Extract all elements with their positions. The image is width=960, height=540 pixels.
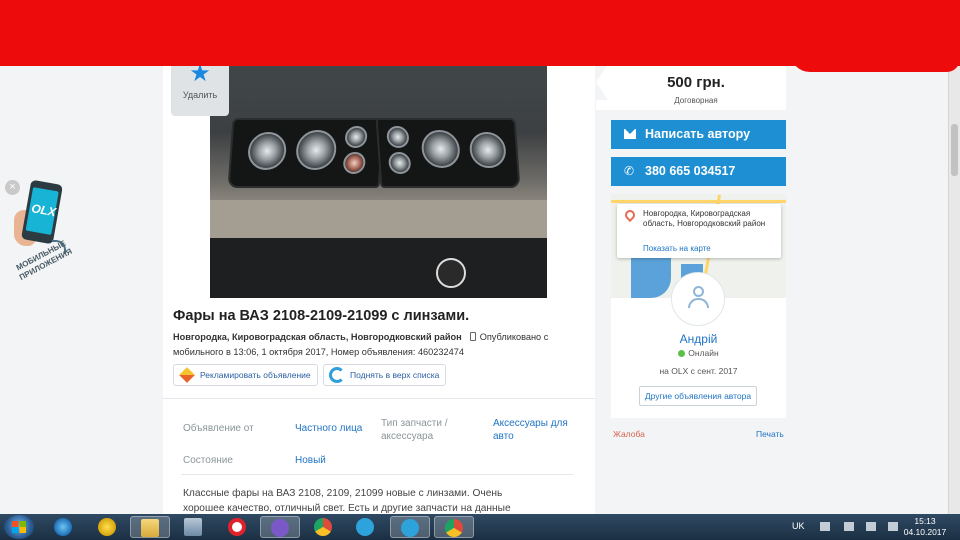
report-link[interactable]: Жалоба: [613, 429, 645, 439]
other-ads-button[interactable]: Другие объявления автора: [639, 386, 757, 406]
seller-since: на OLX с сент. 2017: [659, 366, 738, 376]
published-label: Опубликовано с: [479, 332, 549, 342]
close-icon[interactable]: ×: [5, 180, 20, 195]
viber-icon: [271, 519, 289, 537]
mobile-icon: [469, 332, 476, 341]
left-headlight: [227, 118, 385, 188]
telegram-icon: [401, 519, 419, 537]
red-overlay-band: [0, 0, 960, 72]
telegram-window-taskbar-button[interactable]: [390, 516, 430, 538]
ie-icon: [54, 518, 72, 536]
phone-number: 380 665 034517: [645, 164, 736, 178]
seller-name[interactable]: Андрій: [611, 332, 786, 346]
type-label: Тип запчасти / аксессуара: [381, 418, 448, 442]
message-author-label: Написать автору: [645, 127, 751, 141]
listing-meta: Новгородка, Кировоградская область, Новг…: [173, 330, 573, 360]
details-divider: [181, 474, 573, 475]
envelope-icon: [624, 129, 636, 139]
box-sticker: [436, 258, 466, 288]
listing-main: ★ Удалить Фары на ВАЗ 2108-2109-21099 с …: [163, 56, 595, 529]
listing-details: [163, 398, 595, 399]
location-pin-icon: [622, 207, 638, 223]
windows-logo-icon: [12, 521, 26, 533]
kite-icon: [179, 367, 195, 383]
scrollbar-thumb[interactable]: [951, 124, 958, 176]
from-label: Объявление от: [183, 423, 254, 434]
media-taskbar-button[interactable]: [174, 516, 214, 538]
network-icon[interactable]: [820, 522, 830, 531]
promote-label: Рекламировать объявление: [200, 370, 311, 380]
telegram-icon: [356, 518, 374, 536]
published-info: мобильного в 13:06, 1 октября 2017, Номе…: [173, 347, 464, 357]
avatar[interactable]: [671, 272, 725, 326]
listing-location: Новгородка, Кировоградская область, Новг…: [173, 332, 462, 342]
mobile-apps-promo[interactable]: × OLX МОБИЛЬНЫЕ ПРИЛОЖЕНИЯ: [0, 178, 80, 308]
raise-label: Поднять в верх списка: [350, 370, 440, 380]
online-status: Онлайн: [611, 348, 786, 358]
message-author-button[interactable]: Написать автору: [611, 120, 786, 149]
online-label: Онлайн: [688, 348, 719, 358]
online-dot-icon: [678, 350, 686, 357]
viber-taskbar-button[interactable]: [260, 516, 300, 538]
page-scrollbar[interactable]: [948, 0, 960, 514]
explorer-taskbar-button[interactable]: [130, 516, 170, 538]
condition-value[interactable]: Новый: [295, 455, 326, 466]
raise-button[interactable]: Поднять в верх списка: [323, 364, 447, 386]
price: 500 грн.: [667, 74, 725, 91]
telegram-taskbar-button[interactable]: [346, 516, 386, 538]
opera-taskbar-button[interactable]: [218, 516, 258, 538]
map-address: Новгородка, Кировоградская область, Новг…: [643, 209, 766, 228]
chrome-icon: [445, 519, 463, 537]
olx-logo: OLX: [30, 201, 58, 220]
favorite-label: Удалить: [182, 90, 218, 100]
price-note: Договорная: [674, 96, 718, 105]
promote-button[interactable]: Рекламировать объявление: [173, 364, 318, 386]
phone-icon: ✆: [624, 164, 635, 178]
listing-sidebar: 500 грн. Договорная Написать автору ✆ 38…: [596, 56, 786, 514]
volume-icon[interactable]: [866, 522, 876, 531]
refresh-icon: [329, 367, 345, 383]
condition-label: Состояние: [183, 455, 233, 466]
clock[interactable]: 15:13 04.10.2017: [900, 516, 950, 538]
show-on-map-link[interactable]: Показать на карте: [643, 244, 711, 253]
folder-icon: [141, 519, 159, 537]
chrome-taskbar-button[interactable]: [304, 516, 344, 538]
listing-photo[interactable]: [210, 62, 547, 298]
start-button[interactable]: [4, 515, 34, 539]
seller-card: Андрій Онлайн на OLX с сент. 2017 Другие…: [611, 272, 786, 418]
clock-date: 04.10.2017: [903, 527, 947, 537]
chrome-icon: [314, 518, 332, 536]
from-value[interactable]: Частного лица: [295, 423, 362, 434]
media-icon: [184, 518, 202, 536]
print-link[interactable]: Печать: [756, 429, 784, 439]
map-popup: Новгородка, Кировоградская область, Новг…: [617, 204, 781, 258]
chrome-window-taskbar-button[interactable]: [434, 516, 474, 538]
clock-time: 15:13: [914, 516, 936, 526]
app-taskbar-button[interactable]: [88, 516, 128, 538]
user-icon: [693, 286, 704, 297]
right-headlight: [375, 118, 521, 188]
type-value[interactable]: Аксессуары для авто: [493, 417, 578, 443]
windows-taskbar: UK 15:13 04.10.2017: [0, 514, 960, 540]
flag-icon[interactable]: [844, 522, 854, 531]
phone-graphic: OLX: [21, 179, 63, 245]
ie-taskbar-button[interactable]: [44, 516, 84, 538]
show-phone-button[interactable]: ✆ 380 665 034517: [611, 157, 786, 186]
opera-icon: [228, 518, 246, 536]
language-indicator[interactable]: UK: [792, 521, 805, 531]
app-icon: [98, 518, 116, 536]
tray-app-icon[interactable]: [888, 522, 898, 531]
listing-title: Фары на ВАЗ 2108-2109-21099 с линзами.: [173, 308, 470, 324]
